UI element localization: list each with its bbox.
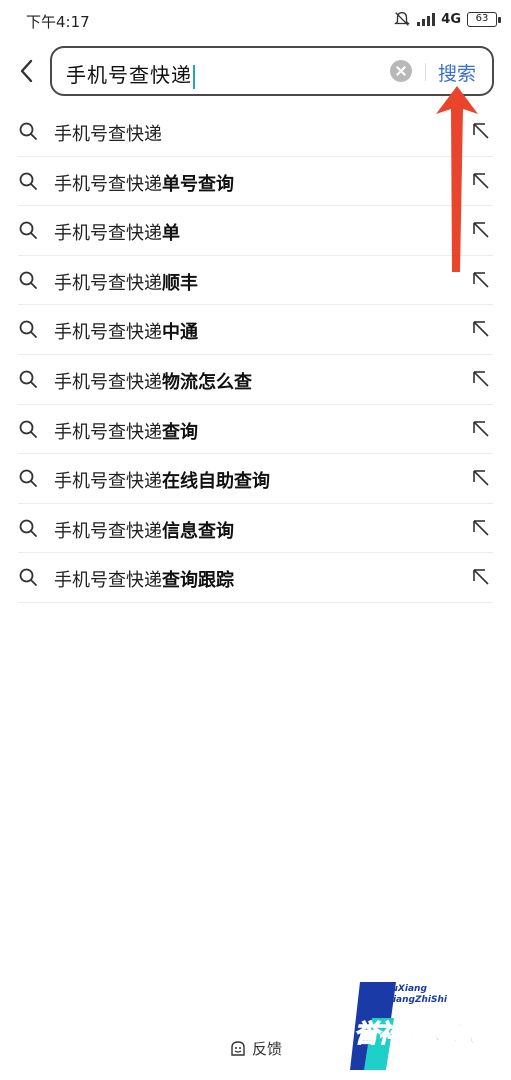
feedback-button[interactable]: 反馈 xyxy=(229,1038,282,1059)
suggestion-suffix: 单号查询 xyxy=(162,173,234,195)
row-divider xyxy=(18,601,493,603)
text-caret xyxy=(193,64,195,89)
search-icon xyxy=(19,469,37,488)
suggestion-item[interactable]: 手机号查快递物流怎么查 xyxy=(0,355,511,405)
suggestion-prefix: 手机号查快递 xyxy=(54,520,162,542)
arrow-up-left-icon[interactable] xyxy=(471,419,491,439)
search-icon xyxy=(19,122,37,140)
mute-bell-icon xyxy=(394,12,411,26)
search-query: 手机号查快递 xyxy=(66,63,192,87)
feedback-label: 反馈 xyxy=(252,1040,283,1058)
arrow-up-left-icon[interactable] xyxy=(471,369,491,389)
suggestion-suffix: 查询 xyxy=(162,421,198,443)
suggestion-label: 手机号查快递查询 xyxy=(54,418,198,444)
search-icon xyxy=(19,370,37,388)
suggestion-label: 手机号查快递 xyxy=(54,120,162,146)
arrow-up-left-icon[interactable] xyxy=(471,567,491,587)
suggestion-item[interactable]: 手机号查快递信息查询 xyxy=(0,504,511,554)
suggestion-suffix: 单 xyxy=(162,223,180,245)
feedback-icon xyxy=(231,1040,245,1056)
suggestion-prefix: 手机号查快递 xyxy=(54,173,162,195)
search-icon xyxy=(19,568,37,587)
suggestion-label: 手机号查快递查询跟踪 xyxy=(54,566,234,592)
search-button[interactable]: 搜索 xyxy=(438,59,476,86)
search-icon xyxy=(19,320,37,339)
suggestion-prefix: 手机号查快递 xyxy=(54,570,162,592)
search-input[interactable]: 手机号查快递 xyxy=(66,59,195,89)
suggestion-item[interactable]: 手机号查快递查询 xyxy=(0,405,511,455)
arrow-up-left-icon[interactable] xyxy=(471,319,491,339)
suggestion-label: 手机号查快递物流怎么查 xyxy=(54,368,252,394)
search-box[interactable]: 手机号查快递 搜索 xyxy=(50,46,494,96)
signal-icon xyxy=(417,12,436,26)
search-icon xyxy=(19,271,37,289)
arrow-up-left-icon[interactable] xyxy=(471,518,491,538)
suggestion-prefix: 手机号查快递 xyxy=(54,272,162,294)
suggestion-label: 手机号查快递顺丰 xyxy=(54,269,198,295)
suggestion-label: 手机号查快递在线自助查询 xyxy=(54,467,270,493)
suggestion-label: 手机号查快递信息查询 xyxy=(54,517,234,543)
status-icons: 4G 63 xyxy=(393,10,501,28)
suggestion-suffix: 中通 xyxy=(162,322,198,344)
search-icon xyxy=(19,519,37,537)
status-time: 下午4:17 xyxy=(26,13,90,31)
battery-icon: 63 xyxy=(467,11,501,27)
suggestion-prefix: 手机号查快递 xyxy=(54,421,162,443)
search-icon xyxy=(19,221,37,240)
suggestion-suffix: 顺丰 xyxy=(162,272,198,294)
suggestion-prefix: 手机号查快递 xyxy=(54,124,162,145)
watermark-line1: YuXiang xyxy=(386,984,427,994)
suggestion-label: 手机号查快递中通 xyxy=(54,318,198,344)
divider xyxy=(425,63,426,81)
suggestion-prefix: 手机号查快递 xyxy=(54,322,162,344)
watermark-line2: XiangZhiShi xyxy=(386,995,447,1005)
suggestion-suffix: 查询跟踪 xyxy=(162,570,234,592)
search-icon xyxy=(19,420,37,438)
arrow-up-left-icon[interactable] xyxy=(471,468,491,488)
suggestion-suffix: 在线自助查询 xyxy=(162,471,270,493)
suggestion-label: 手机号查快递单号查询 xyxy=(54,170,234,196)
suggestion-prefix: 手机号查快递 xyxy=(54,223,162,245)
suggestion-suffix: 物流怎么查 xyxy=(162,371,252,393)
network-type: 4G xyxy=(441,11,461,27)
status-bar: 下午4:17 4G 63 xyxy=(0,0,511,40)
suggestion-prefix: 手机号查快递 xyxy=(54,371,162,393)
suggestion-label: 手机号查快递单 xyxy=(54,219,180,245)
watermark-logo: YuXiang XiangZhiShi 誉祥祥知识 xyxy=(350,978,500,1070)
chevron-left-icon xyxy=(20,59,33,83)
suggestion-item[interactable]: 手机号查快递在线自助查询 xyxy=(0,454,511,504)
clear-icon[interactable] xyxy=(390,60,412,82)
search-icon xyxy=(19,172,37,190)
suggestion-item[interactable]: 手机号查快递中通 xyxy=(0,305,511,355)
suggestion-suffix: 信息查询 xyxy=(162,520,234,542)
suggestion-prefix: 手机号查快递 xyxy=(54,471,162,493)
back-button[interactable] xyxy=(14,58,40,84)
watermark-text: 誉祥祥知识 xyxy=(353,1019,475,1049)
suggestion-item[interactable]: 手机号查快递查询跟踪 xyxy=(0,553,511,603)
arrow-annotation xyxy=(436,86,478,272)
